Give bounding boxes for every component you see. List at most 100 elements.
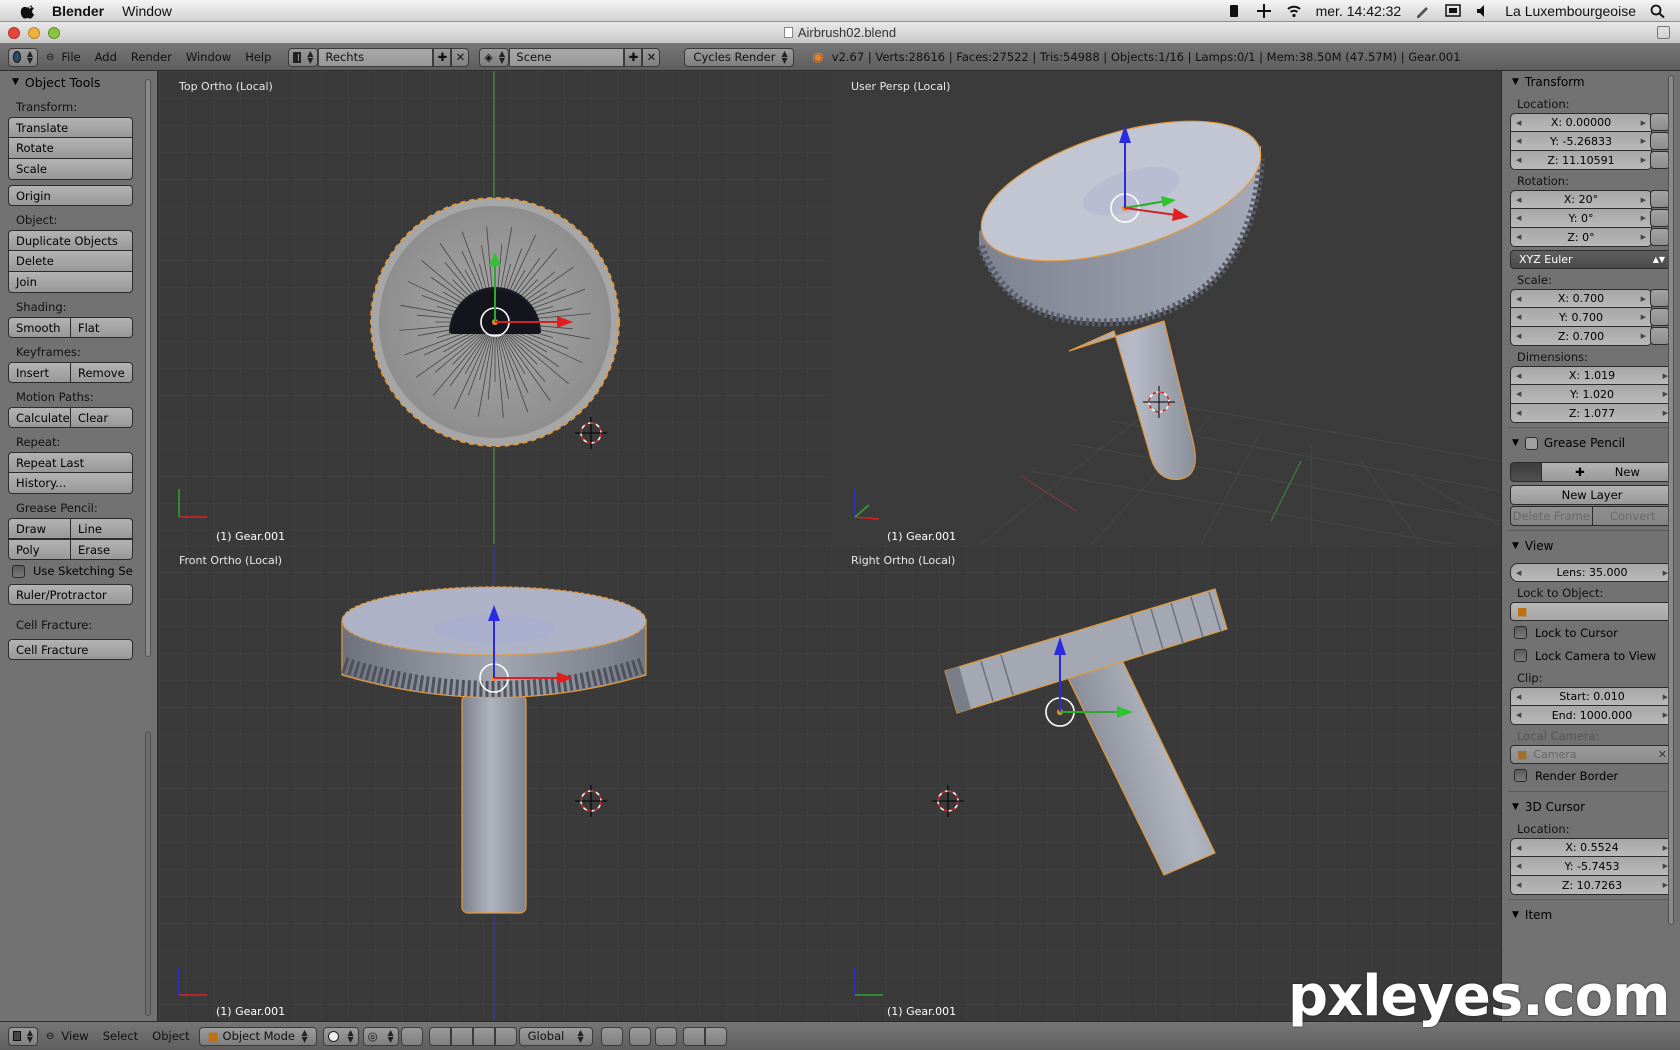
viewport-top-ortho[interactable]: Top Ortho (Local) (1) Gear.001 [159, 71, 830, 544]
menu-object[interactable]: Object [152, 1029, 189, 1043]
clear-x-icon[interactable]: ✕ [1658, 748, 1667, 761]
duplicate-objects-button[interactable]: Duplicate Objects [8, 230, 133, 251]
location-y-field[interactable]: ◀ Y: -5.26833 ▶ [1510, 132, 1652, 151]
mode-select[interactable]: ■ Object Mode ▲ ▼ [198, 1026, 317, 1046]
location-name[interactable]: La Luxembourgeoise [1505, 3, 1636, 19]
rotation-x-field[interactable]: ◀ X: 20° ▶ [1510, 190, 1652, 209]
rotate-button[interactable]: Rotate [8, 138, 133, 159]
3d-cursor-panel-header[interactable]: ▼ 3D Cursor [1502, 796, 1680, 818]
clip-end-field[interactable]: ◀ End: 1000.000 ▶ [1510, 706, 1674, 725]
transform-orientation-select[interactable]: Global ▲ ▼ [518, 1026, 593, 1046]
scale-button[interactable]: Scale [8, 159, 133, 180]
menu-file[interactable]: File [61, 50, 80, 64]
lock-icon[interactable] [1650, 113, 1670, 131]
draw-button[interactable]: Draw [8, 518, 71, 539]
erase-button[interactable]: Erase [71, 539, 133, 560]
tool-shelf-scrollbar-track[interactable] [145, 731, 151, 1016]
menu-add[interactable]: Add [95, 50, 117, 64]
render-icon[interactable] [682, 1026, 705, 1046]
lock-icon[interactable] [1650, 132, 1670, 150]
rotation-y-field[interactable]: ◀ Y: 0° ▶ [1510, 209, 1652, 228]
dimension-x-field[interactable]: ◀ X: 1.019 ▶ [1510, 366, 1674, 385]
translate-button[interactable]: Translate [8, 117, 133, 138]
user-persp-canvas[interactable] [831, 71, 1500, 544]
view-panel-header[interactable]: ▼ View [1502, 535, 1680, 557]
grease-pencil-new-button[interactable]: ✚ New [1542, 462, 1674, 482]
new-layer-button[interactable]: New Layer [1510, 485, 1674, 505]
layers-icon[interactable] [600, 1026, 623, 1046]
properties-scrollbar[interactable] [1668, 75, 1674, 925]
cursor-z-field[interactable]: ◀ Z: 10.7263 ▶ [1510, 876, 1674, 895]
location-z-field[interactable]: ◀ Z: 11.10591 ▶ [1510, 151, 1652, 170]
insert-keyframe-button[interactable]: Insert [8, 362, 71, 383]
viewport-right-ortho[interactable]: Right Ortho (Local) (1) Gear.001 [831, 545, 1500, 1021]
clip-start-field[interactable]: ◀ Start: 0.010 ▶ [1510, 687, 1674, 706]
lock-object-field[interactable]: ■ [1510, 602, 1674, 621]
app-name[interactable]: Blender [52, 3, 104, 19]
clear-button[interactable]: Clear [71, 407, 133, 428]
lock-icon[interactable] [1650, 209, 1670, 227]
rotate-manipulator-icon[interactable] [450, 1026, 473, 1046]
minimize-window-button[interactable] [28, 27, 40, 39]
local-camera-field[interactable]: ■ Camera ✕ [1510, 745, 1674, 764]
dimension-y-field[interactable]: ◀ Y: 1.020 ▶ [1510, 385, 1674, 404]
apple-icon[interactable] [18, 3, 40, 19]
repeat-last-button[interactable]: Repeat Last [8, 452, 133, 473]
close-window-button[interactable] [8, 27, 20, 39]
object-tools-panel-header[interactable]: ▼ Object Tools [0, 71, 157, 93]
add-scene-button[interactable]: ✚ [624, 47, 643, 67]
location-x-field[interactable]: ◀ X: 0.00000 ▶ [1510, 113, 1652, 132]
origin-button[interactable]: Origin [8, 185, 133, 206]
viewport-user-persp[interactable]: User Persp (Local) (1) Gear.001 [831, 71, 1500, 544]
editor-type-button[interactable]: ▲ ▼ [8, 1026, 38, 1046]
manipulator-space-icon[interactable] [494, 1026, 517, 1046]
rotation-mode-select[interactable]: XYZ Euler ▲▼ [1510, 250, 1674, 269]
spotlight-icon[interactable] [1650, 4, 1666, 18]
menu-select[interactable]: Select [103, 1029, 138, 1043]
rotation-z-field[interactable]: ◀ Z: 0° ▶ [1510, 228, 1652, 247]
screen-layout-name[interactable]: Rechts [318, 47, 434, 67]
clock[interactable]: mer. 14:42:32 [1316, 3, 1402, 19]
delete-scene-button[interactable]: ✕ [642, 47, 661, 67]
menu-view[interactable]: View [61, 1029, 88, 1043]
collapse-menus-icon[interactable]: ⊖ [46, 52, 54, 63]
volume-icon[interactable] [1475, 4, 1491, 18]
pencil-icon[interactable] [1510, 462, 1542, 482]
lens-field[interactable]: ◀ Lens: 35.000 ▶ [1510, 563, 1674, 582]
lock-icon[interactable] [1650, 327, 1670, 345]
flat-button[interactable]: Flat [71, 317, 133, 338]
lock-camera-checkbox[interactable]: Lock Camera to View [1502, 644, 1680, 667]
screen-layout-selector[interactable]: ▲ ▼ [288, 47, 319, 67]
lock-to-cursor-checkbox[interactable]: Lock to Cursor [1502, 621, 1680, 644]
cell-fracture-button[interactable]: Cell Fracture [8, 639, 133, 660]
viewport-front-ortho[interactable]: Front Ortho (Local) (1) Gear.001 [159, 545, 830, 1021]
ruler-protractor-button[interactable]: Ruler/Protractor [8, 584, 133, 605]
render-engine-select[interactable]: Cycles Render ▲ ▼ [684, 47, 795, 67]
transform-panel-header[interactable]: ▼ Transform [1502, 71, 1680, 93]
add-screen-button[interactable]: ✚ [433, 47, 452, 67]
delete-screen-button[interactable]: ✕ [451, 47, 470, 67]
grease-pencil-checkbox[interactable] [1524, 436, 1538, 450]
menu-window[interactable]: Window [122, 3, 172, 19]
fullscreen-icon[interactable] [1657, 26, 1670, 39]
scale-x-field[interactable]: ◀ X: 0.700 ▶ [1510, 289, 1652, 308]
menu-window[interactable]: Window [186, 50, 231, 64]
join-button[interactable]: Join [8, 272, 133, 293]
front-ortho-canvas[interactable] [159, 545, 830, 1021]
editor-type-button[interactable]: ▲ ▼ [8, 47, 38, 67]
viewport-shading-select[interactable]: ▲ ▼ [322, 1026, 359, 1046]
delete-frame-button[interactable]: Delete Frame [1510, 506, 1593, 526]
pen-icon[interactable] [1415, 4, 1431, 18]
lock-icon[interactable] [1650, 289, 1670, 307]
cursor-x-field[interactable]: ◀ X: 0.5524 ▶ [1510, 838, 1674, 857]
render-animation-icon[interactable] [704, 1026, 727, 1046]
lock-icon[interactable] [1650, 308, 1670, 326]
scene-selector[interactable]: ◈ ▲ ▼ [479, 47, 510, 67]
grease-pencil-panel-header[interactable]: ▼ Grease Pencil [1502, 432, 1680, 454]
pivot-select[interactable]: ◎ ▲ ▼ [362, 1026, 399, 1046]
poly-button[interactable]: Poly [8, 539, 71, 560]
remove-keyframe-button[interactable]: Remove [71, 362, 133, 383]
zoom-window-button[interactable] [48, 27, 60, 39]
battery-icon[interactable] [1226, 4, 1242, 18]
scale-manipulator-icon[interactable] [472, 1026, 495, 1046]
